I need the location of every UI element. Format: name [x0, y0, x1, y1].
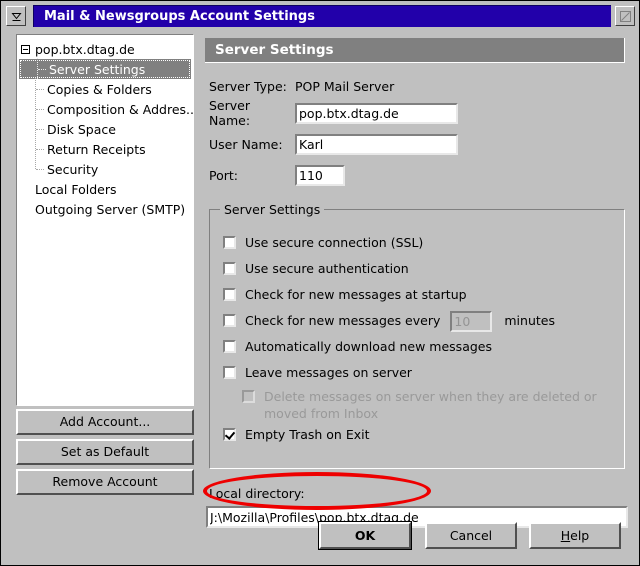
port-input[interactable]	[295, 165, 345, 186]
server-type-value: POP Mail Server	[295, 79, 394, 94]
option-label: Automatically download new messages	[245, 338, 492, 355]
tree-branch-line-icon	[31, 79, 47, 99]
groupbox-title: Server Settings	[220, 202, 324, 217]
checkbox-secure-auth[interactable]	[223, 262, 236, 275]
window-menu-icon[interactable]	[6, 6, 26, 26]
tree-item-local-folders[interactable]: Local Folders	[17, 179, 193, 199]
tree-item-label: Disk Space	[47, 122, 116, 137]
tree-branch-line-icon	[31, 119, 47, 139]
tree-item-composition-addres[interactable]: Composition & Addres...	[17, 99, 193, 119]
checkbox-check-at-startup[interactable]	[223, 288, 236, 301]
accounts-tree: pop.btx.dtag.de Server Settings Copies & F…	[17, 35, 193, 219]
tree-item-disk-space[interactable]: Disk Space	[17, 119, 193, 139]
tree-item-outgoing-server-smtp[interactable]: Outgoing Server (SMTP)	[17, 199, 193, 219]
server-type-row: Server Type: POP Mail Server	[209, 76, 394, 96]
option-label: Check for new messages every	[245, 312, 440, 329]
option-label: Use secure authentication	[245, 260, 409, 277]
tree-branch-line-icon	[31, 139, 47, 159]
option-use-ssl[interactable]: Use secure connection (SSL)	[223, 234, 423, 251]
help-button[interactable]: Help	[529, 522, 621, 549]
set-as-default-button[interactable]: Set as Default	[16, 439, 194, 465]
check-interval-input[interactable]	[450, 311, 492, 332]
tree-branch-line-icon	[31, 99, 47, 119]
server-name-row: Server Name:	[209, 103, 458, 123]
account-settings-dialog: Mail & Newsgroups Account Settings pop.b…	[0, 0, 640, 566]
port-label: Port:	[209, 168, 295, 183]
option-delete-on-server: Delete messages on server when they are …	[242, 388, 612, 422]
help-rest: elp	[570, 528, 589, 543]
checkbox-delete-on-server	[242, 390, 255, 403]
tree-item-return-receipts[interactable]: Return Receipts	[17, 139, 193, 159]
resize-grip-icon[interactable]	[615, 6, 635, 26]
tree-item-label: pop.btx.dtag.de	[35, 42, 135, 57]
option-label: Use secure connection (SSL)	[245, 234, 423, 251]
tree-item-label: Outgoing Server (SMTP)	[35, 202, 185, 217]
checkbox-check-every[interactable]	[223, 314, 236, 327]
tree-item-label: Composition & Addres...	[47, 102, 194, 117]
tree-branch-line-icon	[31, 159, 47, 179]
option-label: Leave messages on server	[245, 364, 412, 381]
check-interval-unit: minutes	[504, 312, 555, 329]
tree-item-security[interactable]: Security	[17, 159, 193, 179]
server-type-label: Server Type:	[209, 79, 295, 94]
checkbox-empty-trash[interactable]	[223, 428, 236, 441]
accounts-tree-panel[interactable]: pop.btx.dtag.de Server Settings Copies & F…	[16, 34, 194, 406]
tree-item-label: Local Folders	[35, 182, 117, 197]
option-check-every[interactable]: Check for new messages every minutes	[223, 312, 555, 332]
option-check-at-startup[interactable]: Check for new messages at startup	[223, 286, 467, 303]
tree-item-copies-folders[interactable]: Copies & Folders	[17, 79, 193, 99]
tree-expander-icon[interactable]	[21, 45, 30, 54]
port-row: Port:	[209, 165, 345, 185]
option-label: Check for new messages at startup	[245, 286, 467, 303]
server-settings-groupbox: Server Settings Use secure connection (S…	[209, 209, 625, 469]
tree-item-pop-btx-dtag-de[interactable]: pop.btx.dtag.de	[17, 39, 193, 59]
remove-account-button[interactable]: Remove Account	[16, 469, 194, 495]
title-bar: Mail & Newsgroups Account Settings	[4, 4, 638, 28]
help-mnemonic: H	[561, 528, 570, 543]
option-leave-on-server[interactable]: Leave messages on server	[223, 364, 412, 381]
option-label: Delete messages on server when they are …	[264, 388, 612, 422]
server-name-input[interactable]	[295, 103, 458, 124]
tree-branch-line-icon	[33, 59, 49, 79]
user-name-label: User Name:	[209, 137, 295, 152]
checkbox-leave-on-server[interactable]	[223, 366, 236, 379]
checkbox-auto-download[interactable]	[223, 340, 236, 353]
cancel-button[interactable]: Cancel	[425, 522, 517, 549]
checkbox-use-ssl[interactable]	[223, 236, 236, 249]
tree-item-label: Copies & Folders	[47, 82, 152, 97]
option-auto-download[interactable]: Automatically download new messages	[223, 338, 492, 355]
user-name-row: User Name:	[209, 134, 458, 154]
tree-item-server-settings[interactable]: Server Settings	[19, 59, 191, 79]
option-secure-auth[interactable]: Use secure authentication	[223, 260, 409, 277]
user-name-input[interactable]	[295, 134, 458, 155]
add-account-button[interactable]: Add Account...	[16, 409, 194, 435]
tree-item-label: Security	[47, 162, 98, 177]
local-directory-label: Local directory:	[209, 486, 305, 501]
pane-title: Server Settings	[205, 38, 625, 63]
tree-item-label: Return Receipts	[47, 142, 146, 157]
settings-pane: Server Settings Server Type: POP Mail Se…	[201, 34, 633, 510]
option-empty-trash[interactable]: Empty Trash on Exit	[223, 426, 370, 443]
server-name-label: Server Name:	[209, 98, 295, 128]
tree-item-label: Server Settings	[49, 62, 145, 77]
window-title: Mail & Newsgroups Account Settings	[33, 5, 611, 27]
ok-button[interactable]: OK	[319, 522, 411, 549]
option-label: Empty Trash on Exit	[245, 426, 370, 443]
